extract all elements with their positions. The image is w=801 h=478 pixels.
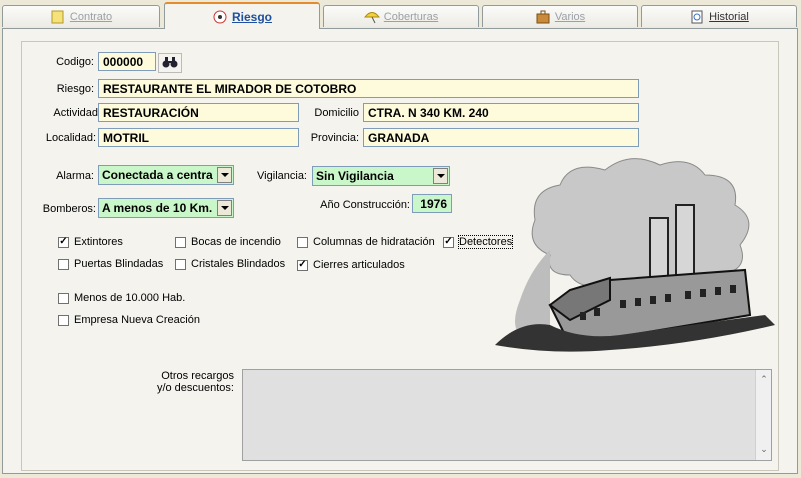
checkbox-cierres-articulados[interactable]: ✓ Cierres articulados [297, 259, 405, 271]
scroll-up-icon[interactable]: ⌃ [759, 374, 769, 384]
domicilio-label: Domicilio [314, 107, 359, 119]
checkbox-label: Bocas de incendio [191, 236, 281, 248]
checkbox-box[interactable]: ✓ [297, 259, 308, 271]
bomberos-value: A menos de 10 Km. [102, 201, 213, 215]
checkbox-label: Menos de 10.000 Hab. [74, 292, 186, 304]
checkbox-box[interactable]: ✓ [58, 236, 69, 248]
actividad-field[interactable]: RESTAURACIÓN [98, 103, 299, 122]
search-button[interactable] [158, 53, 182, 73]
anio-construccion-field[interactable]: 1976 [412, 194, 452, 213]
otros-label-line1: Otros recargos [161, 370, 234, 382]
provincia-field[interactable]: GRANADA [363, 128, 639, 147]
checkbox-box[interactable] [58, 314, 69, 326]
checkbox-box[interactable] [58, 258, 69, 270]
tab-historial[interactable]: Historial [641, 5, 797, 27]
codigo-label: Codigo: [56, 56, 94, 68]
bomberos-select[interactable]: A menos de 10 Km. [98, 198, 234, 218]
risk-icon [212, 10, 228, 24]
otros-recargos-textarea[interactable]: ⌃ ⌄ [242, 369, 772, 461]
history-icon [689, 10, 705, 24]
tab-historial-label: Historial [709, 10, 749, 23]
alarma-value: Conectada a centra [102, 168, 213, 182]
provincia-label: Provincia: [310, 132, 359, 144]
checkbox-bocas-incendio[interactable]: Bocas de incendio [175, 236, 281, 248]
tab-contrato-label: Contrato [69, 10, 113, 23]
anio-construccion-label: Año Construcción: [320, 199, 410, 211]
chevron-down-icon[interactable] [217, 200, 232, 216]
vigilancia-label: Vigilancia: [257, 170, 307, 182]
checkbox-label: Puertas Blindadas [74, 258, 164, 270]
checkbox-label: Cierres articulados [313, 259, 405, 271]
tab-contrato[interactable]: Contrato [2, 5, 160, 27]
scroll-down-icon[interactable]: ⌄ [759, 444, 769, 454]
bomberos-label: Bomberos: [42, 203, 96, 215]
document-icon [50, 10, 66, 24]
checkbox-extintores[interactable]: ✓ Extintores [58, 236, 123, 248]
vigilancia-select[interactable]: Sin Vigilancia [312, 166, 450, 186]
tab-varios-label: Varios [554, 10, 586, 23]
checkbox-columnas-hidratacion[interactable]: Columnas de hidratación [297, 236, 435, 248]
checkbox-empresa-nueva-creacion[interactable]: Empresa Nueva Creación [58, 314, 200, 326]
umbrella-icon [363, 10, 380, 24]
tab-riesgo[interactable]: Riesgo [164, 2, 320, 29]
checkbox-menos-10000-hab[interactable]: Menos de 10.000 Hab. [58, 292, 185, 304]
riesgo-field[interactable]: RESTAURANTE EL MIRADOR DE COTOBRO [98, 79, 639, 98]
otros-recargos-label: Otros recargos y/o descuentos: [140, 370, 234, 394]
checkbox-box[interactable] [58, 292, 69, 304]
tab-riesgo-label: Riesgo [231, 9, 272, 24]
factory-illustration [490, 150, 780, 360]
checkbox-cristales-blindados[interactable]: Cristales Blindados [175, 258, 285, 270]
actividad-label: Actividad [53, 107, 98, 119]
tab-bar: Contrato Riesgo Coberturas Varios Histor… [0, 0, 801, 29]
localidad-label: Localidad: [45, 132, 96, 144]
riesgo-label: Riesgo: [56, 83, 94, 95]
checkbox-label: Extintores [74, 236, 123, 248]
tab-coberturas[interactable]: Coberturas [323, 5, 479, 27]
checkbox-box[interactable] [297, 236, 308, 248]
checkbox-box[interactable] [175, 258, 186, 270]
checkbox-label: Empresa Nueva Creación [74, 314, 200, 326]
codigo-field[interactable]: 000000 [98, 52, 156, 71]
checkbox-box[interactable]: ✓ [443, 236, 454, 248]
checkbox-puertas-blindadas[interactable]: Puertas Blindadas [58, 258, 163, 270]
tab-coberturas-label: Coberturas [383, 10, 439, 23]
localidad-field[interactable]: MOTRIL [98, 128, 299, 147]
checkbox-label: Cristales Blindados [191, 258, 286, 270]
checkbox-box[interactable] [175, 236, 186, 248]
briefcase-icon [535, 10, 551, 24]
checkbox-label: Columnas de hidratación [313, 236, 435, 248]
otros-label-line2: y/o descuentos: [156, 382, 234, 394]
tab-varios[interactable]: Varios [482, 5, 638, 27]
domicilio-field[interactable]: CTRA. N 340 KM. 240 [363, 103, 639, 122]
alarma-label: Alarma: [56, 170, 94, 182]
alarma-select[interactable]: Conectada a centra [98, 165, 234, 185]
chevron-down-icon[interactable] [217, 167, 232, 183]
chevron-down-icon[interactable] [433, 168, 448, 184]
vigilancia-value: Sin Vigilancia [316, 169, 394, 183]
binoculars-icon [162, 56, 178, 71]
textarea-scrollbar[interactable]: ⌃ ⌄ [755, 370, 771, 460]
